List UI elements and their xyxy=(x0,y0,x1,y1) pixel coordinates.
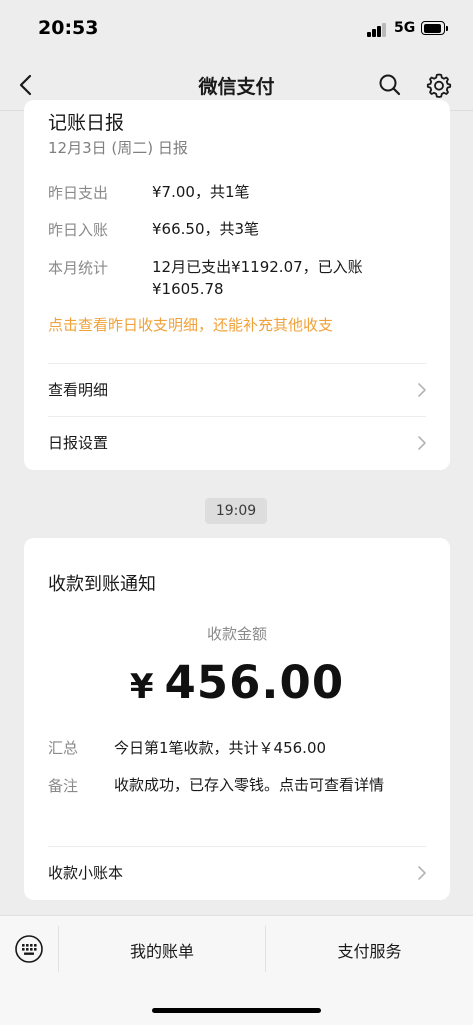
row-value: 12月已支出¥1192.07，已入账¥1605.78 xyxy=(152,258,363,298)
home-indicator xyxy=(152,1008,321,1013)
message-timestamp: 19:09 xyxy=(205,498,267,524)
receipt-notification-card[interactable]: 收款到账通知 收款金额 ¥456.00 汇总 今日第1笔收款，共计￥456.00… xyxy=(24,538,450,900)
chevron-right-icon xyxy=(418,866,426,880)
amount-value: 456.00 xyxy=(164,656,345,709)
receipt-ledger-row[interactable]: 收款小账本 xyxy=(24,847,450,899)
row-label: 昨日入账 xyxy=(48,221,109,239)
daily-report-card[interactable]: 记账日报 12月3日 (周二) 日报 昨日支出 ¥7.00，共1笔 昨日入账 ¥… xyxy=(24,100,450,470)
action-label: 日报设置 xyxy=(48,434,109,452)
chevron-right-icon xyxy=(418,436,426,450)
gear-icon[interactable] xyxy=(425,71,453,99)
network-type: 5G xyxy=(394,20,416,36)
action-label: 收款小账本 xyxy=(48,864,124,882)
report-date: 12月3日 (周二) 日报 xyxy=(48,139,188,157)
payment-services-button[interactable]: 支付服务 xyxy=(266,938,473,962)
detail-value: 收款成功，已存入零钱。点击可查看详情 xyxy=(114,776,385,794)
detail-label: 备注 xyxy=(48,777,79,795)
search-icon[interactable] xyxy=(377,72,403,98)
status-time: 20:53 xyxy=(38,17,99,39)
detail-value: 今日第1笔收款，共计￥456.00 xyxy=(114,739,327,757)
status-bar: 20:53 5G xyxy=(0,0,473,60)
row-label: 本月统计 xyxy=(48,259,109,277)
detail-prompt-link[interactable]: 点击查看昨日收支明细，还能补充其他收支 xyxy=(48,314,333,335)
signal-icon xyxy=(367,23,387,37)
report-settings-row[interactable]: 日报设置 xyxy=(24,417,450,469)
currency-symbol: ¥ xyxy=(129,667,155,707)
keyboard-icon[interactable] xyxy=(14,934,44,964)
card-title: 记账日报 xyxy=(48,112,125,134)
detail-label: 汇总 xyxy=(48,739,79,757)
card-title: 收款到账通知 xyxy=(48,574,156,595)
battery-icon xyxy=(421,21,448,36)
row-value: ¥7.00，共1笔 xyxy=(152,183,250,201)
row-label: 昨日支出 xyxy=(48,184,109,202)
amount-display: ¥456.00 xyxy=(24,656,450,709)
my-bills-button[interactable]: 我的账单 xyxy=(59,938,265,962)
chevron-right-icon xyxy=(418,383,426,397)
view-details-row[interactable]: 查看明细 xyxy=(24,364,450,416)
action-label: 查看明细 xyxy=(48,381,109,399)
row-value: ¥66.50，共3笔 xyxy=(152,220,260,238)
amount-label: 收款金额 xyxy=(206,625,267,643)
